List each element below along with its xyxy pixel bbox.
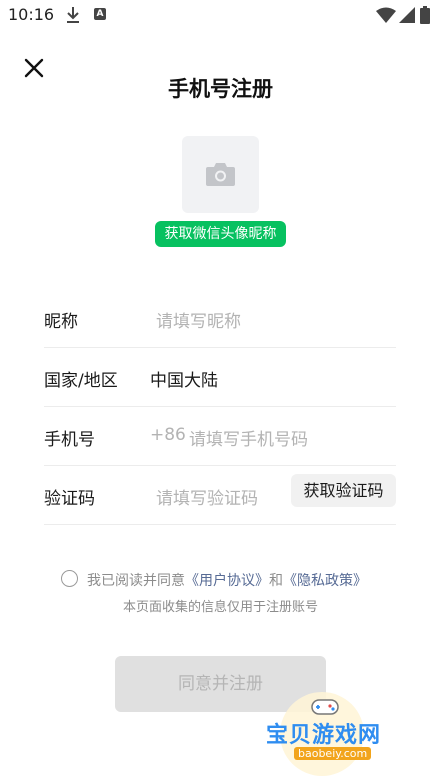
privacy-policy-link[interactable]: 《隐私政策》 [283, 573, 367, 589]
camera-icon [206, 163, 235, 186]
status-time: 10:16 [8, 5, 55, 24]
status-bar: 10:16 A [0, 0, 441, 30]
code-input[interactable]: 请填写验证码 [156, 484, 258, 509]
agreement-text: 我已阅读并同意《用户协议》和《隐私政策》 [87, 570, 367, 590]
watermark-domain: baobeiy.com [294, 747, 372, 760]
agreement-prefix: 我已阅读并同意 [87, 573, 185, 589]
country-code: +86 [150, 425, 186, 445]
gamepad-icon [311, 699, 339, 715]
a-notification-icon: A [94, 8, 106, 20]
phone-label: 手机号 [44, 430, 95, 450]
nickname-label: 昵称 [44, 312, 78, 332]
phone-input[interactable]: 请填写手机号码 [189, 425, 308, 450]
wifi-icon [376, 7, 396, 23]
region-value[interactable]: 中国大陆 [150, 366, 218, 391]
nickname-row: 昵称 请填写昵称 [44, 289, 396, 348]
avatar-picker[interactable] [182, 136, 259, 213]
user-agreement-link[interactable]: 《用户协议》 [185, 573, 269, 589]
privacy-note: 本页面收集的信息仅用于注册账号 [122, 600, 318, 615]
battery-icon [420, 6, 430, 24]
page-title: 手机号注册 [168, 77, 273, 101]
code-label: 验证码 [44, 489, 95, 509]
divider [44, 524, 396, 525]
code-row: 验证码 请填写验证码 获取验证码 [44, 466, 396, 525]
signal-icon [399, 7, 415, 23]
download-icon [67, 7, 79, 23]
agreement-and: 和 [269, 573, 283, 589]
region-row[interactable]: 国家/地区 中国大陆 [44, 348, 396, 407]
watermark-text: 宝贝游戏网 [266, 723, 382, 748]
get-wechat-avatar-button[interactable]: 获取微信头像昵称 [155, 221, 286, 247]
get-code-button[interactable]: 获取验证码 [291, 474, 396, 507]
region-label: 国家/地区 [44, 371, 118, 391]
phone-row: 手机号 +86 请填写手机号码 [44, 407, 396, 466]
watermark-logo: 宝贝游戏网 baobeiy.com [262, 690, 412, 776]
agree-checkbox[interactable] [61, 570, 78, 587]
nickname-input[interactable]: 请填写昵称 [156, 307, 241, 332]
